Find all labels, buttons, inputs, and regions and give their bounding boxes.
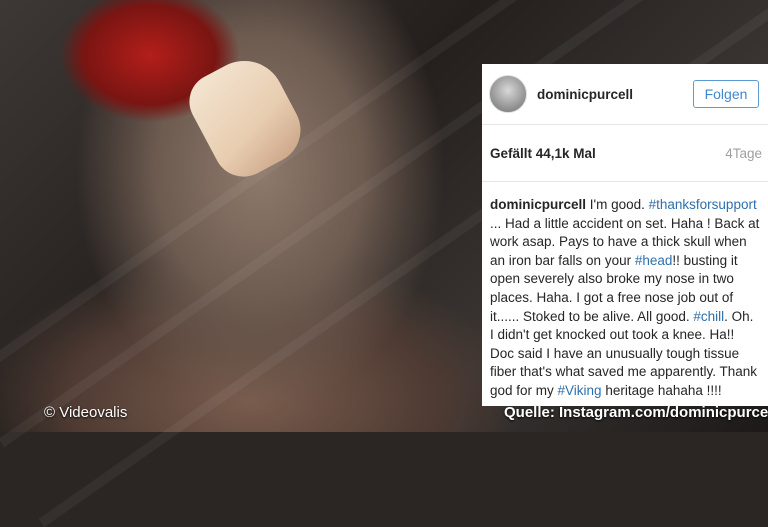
instagram-post-card: dominicpurcell Folgen Gefällt 44,1k Mal … (482, 64, 768, 406)
likes-row: Gefällt 44,1k Mal 4Tage (482, 125, 768, 182)
hashtag-link[interactable]: #Viking (558, 383, 602, 398)
likes-count[interactable]: Gefällt 44,1k Mal (490, 146, 596, 161)
hashtag-link[interactable]: #thanksforsupport (649, 197, 757, 212)
avatar[interactable] (489, 75, 527, 113)
hashtag-link[interactable]: #chill (693, 309, 724, 324)
follow-button[interactable]: Folgen (693, 80, 759, 108)
nose-bandage (179, 46, 313, 188)
caption-text: I'm good. (586, 197, 649, 212)
caption-text: heritage hahaha !!!! (601, 382, 722, 398)
post-age[interactable]: 4Tage (725, 146, 762, 161)
source-credit: Quelle: Instagram.com/dominicpurcell (504, 404, 768, 421)
post-caption: dominicpurcell I'm good. #thanksforsuppo… (482, 182, 768, 401)
watermark: © Videovalis (44, 404, 128, 421)
caption-username[interactable]: dominicpurcell (490, 197, 586, 212)
post-header: dominicpurcell Folgen (482, 64, 768, 125)
post-username[interactable]: dominicpurcell (537, 87, 693, 102)
hashtag-link[interactable]: #head (635, 253, 673, 268)
